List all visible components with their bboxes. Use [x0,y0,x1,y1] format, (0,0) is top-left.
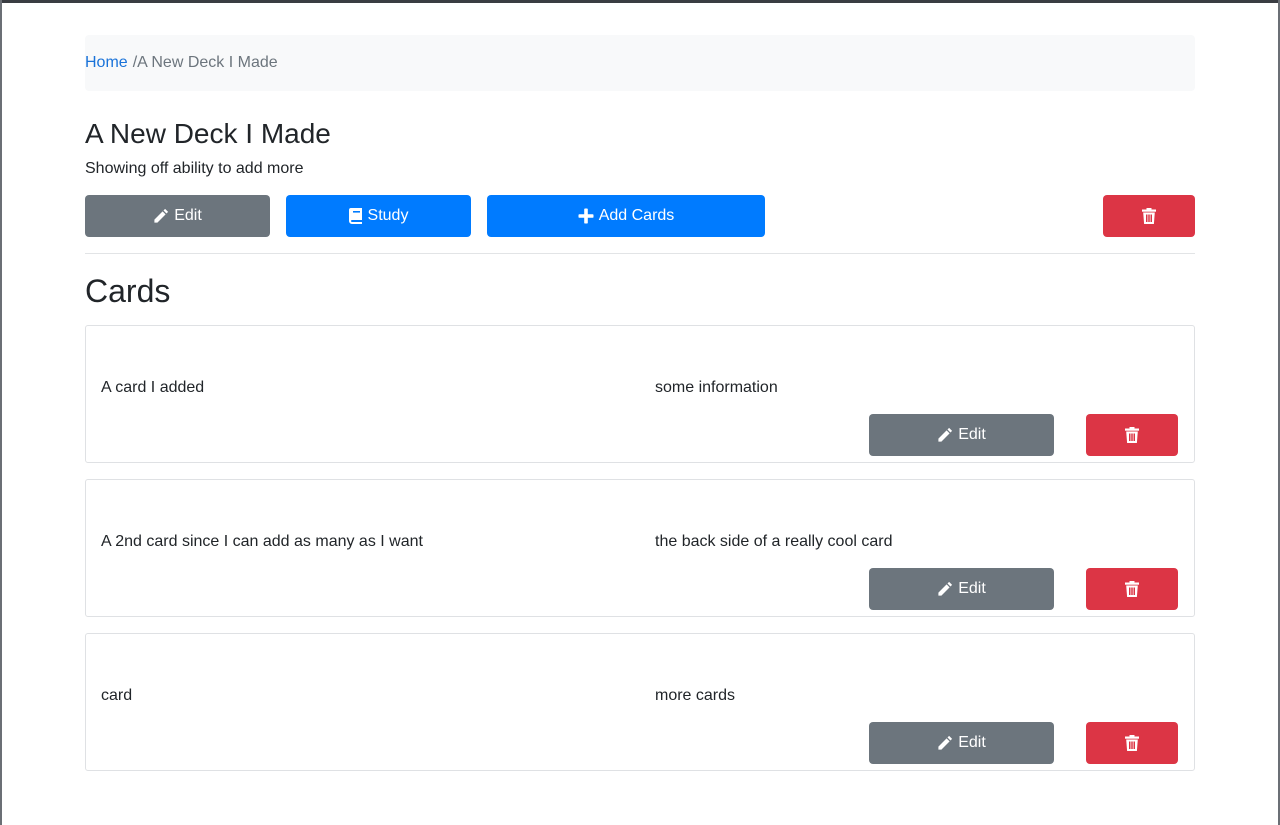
add-cards-button[interactable]: Add Cards [487,195,765,237]
card-item: A card I added some information Edit [85,325,1195,463]
pencil-icon [937,735,953,751]
cards-heading: Cards [85,273,171,309]
book-icon [348,208,363,224]
main-container: Home / A New Deck I Made A New Deck I Ma… [85,35,1195,787]
edit-deck-label: Edit [174,207,202,224]
delete-card-button[interactable] [1086,568,1178,610]
edit-card-button[interactable]: Edit [869,722,1054,764]
card-back: more cards [655,687,736,704]
deck-description: Showing off ability to add more [85,160,304,177]
card-back: the back side of a really cool card [655,533,893,550]
trash-icon [1142,208,1156,224]
trash-icon [1125,735,1139,751]
trash-icon [1125,581,1139,597]
card-back: some information [655,379,778,396]
card-item: card more cards Edit [85,633,1195,771]
plus-icon [578,208,594,224]
breadcrumb: Home / A New Deck I Made [85,35,1195,91]
pencil-icon [937,427,953,443]
delete-card-button[interactable] [1086,414,1178,456]
delete-card-button[interactable] [1086,722,1178,764]
edit-card-label: Edit [958,580,986,597]
card-item: A 2nd card since I can add as many as I … [85,479,1195,617]
edit-card-button[interactable]: Edit [869,568,1054,610]
delete-deck-button[interactable] [1103,195,1195,237]
card-list: A card I added some information Edit A 2… [85,325,1195,771]
breadcrumb-home-link[interactable]: Home [85,54,128,72]
card-front: A card I added [101,379,205,396]
edit-deck-button[interactable]: Edit [85,195,270,237]
study-button[interactable]: Study [286,195,471,237]
edit-card-label: Edit [958,734,986,751]
edit-card-button[interactable]: Edit [869,414,1054,456]
deck-toolbar: Edit Study Add Cards [85,195,1195,237]
window-left-border [0,0,2,825]
card-front: A 2nd card since I can add as many as I … [101,533,423,550]
add-cards-label: Add Cards [598,207,675,224]
window-top-border [0,0,1280,3]
pencil-icon [937,581,953,597]
card-front: card [101,687,133,704]
trash-icon [1125,427,1139,443]
edit-card-label: Edit [958,426,986,443]
pencil-icon [153,208,169,224]
study-label: Study [367,207,409,224]
deck-title: A New Deck I Made [85,118,331,149]
breadcrumb-current: A New Deck I Made [137,54,278,71]
section-divider [85,253,1195,254]
